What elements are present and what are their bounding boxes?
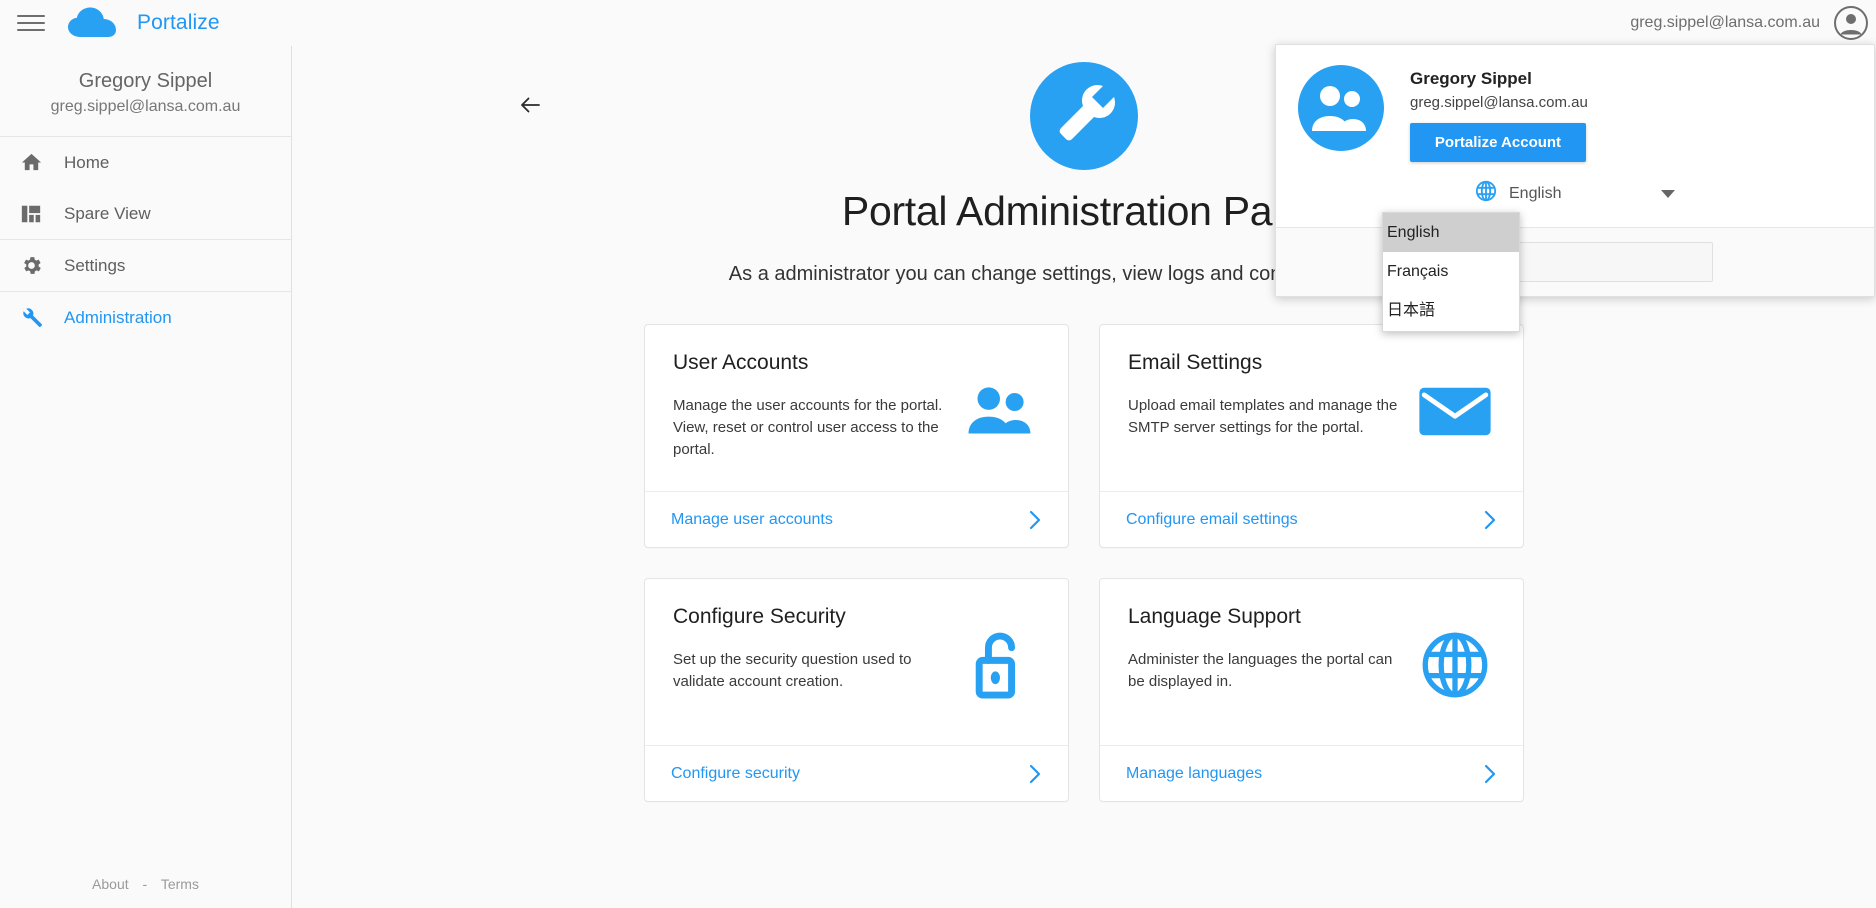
sidebar-nav: Home Spare View Settings Administration [0, 137, 291, 343]
sidebar-footer-links: About - Terms [0, 876, 291, 908]
user-menu-email: greg.sippel@lansa.com.au [1410, 94, 1588, 111]
card-body: Email Settings Upload email templates an… [1100, 325, 1523, 491]
card-description: Manage the user accounts for the portal.… [673, 397, 943, 458]
language-option-english[interactable]: English [1383, 213, 1519, 253]
card-footer-link-email-settings[interactable]: Configure email settings [1100, 491, 1523, 547]
card-configure-security: Configure Security Set up the security q… [644, 578, 1069, 802]
back-arrow-icon[interactable] [514, 88, 548, 122]
envelope-icon [1415, 351, 1495, 471]
about-link[interactable]: About [92, 876, 129, 892]
card-body: Language Support Administer the language… [1100, 579, 1523, 745]
topbar-right-group: greg.sippel@lansa.com.au [1630, 6, 1876, 40]
sidebar-profile: Gregory Sippel greg.sippel@lansa.com.au [0, 46, 291, 137]
portalize-account-button[interactable]: Portalize Account [1410, 123, 1586, 162]
user-menu-name: Gregory Sippel [1410, 69, 1532, 88]
card-text: Language Support Administer the language… [1128, 605, 1415, 725]
card-description: Administer the languages the portal can … [1128, 651, 1393, 690]
admin-cards-grid: User Accounts Manage the user accounts f… [644, 324, 1524, 802]
card-description: Set up the security question used to val… [673, 651, 912, 690]
card-title: Configure Security [673, 605, 846, 628]
card-text: User Accounts Manage the user accounts f… [673, 351, 960, 471]
sidebar-item-spare-view-label: Spare View [64, 203, 151, 223]
language-option-japanese[interactable]: 日本語 [1383, 291, 1519, 330]
terms-link[interactable]: Terms [161, 876, 199, 892]
open-lock-icon [960, 605, 1040, 725]
card-text: Email Settings Upload email templates an… [1128, 351, 1415, 471]
dashboard-icon [20, 203, 54, 225]
chevron-right-icon [1483, 509, 1497, 531]
card-text: Configure Security Set up the security q… [673, 605, 960, 725]
card-link-label: Manage languages [1126, 764, 1263, 782]
language-dropdown-list: English Français 日本語 [1382, 212, 1520, 332]
sidebar-item-home-label: Home [64, 152, 110, 172]
sidebar-item-settings[interactable]: Settings [0, 240, 291, 291]
sidebar: Gregory Sippel greg.sippel@lansa.com.au … [0, 46, 292, 908]
card-title: Email Settings [1128, 351, 1263, 374]
app-root: Portalize greg.sippel@lansa.com.au Grego… [0, 0, 1876, 908]
sidebar-item-administration[interactable]: Administration [0, 292, 291, 343]
globe-icon [1475, 180, 1497, 207]
chevron-down-icon[interactable] [1661, 189, 1675, 198]
account-circle-icon[interactable] [1834, 6, 1868, 40]
sidebar-item-administration-label: Administration [64, 307, 172, 327]
user-menu-info: Gregory Sippel greg.sippel@lansa.com.au … [1410, 65, 1588, 162]
card-description: Upload email templates and manage the SM… [1128, 397, 1398, 436]
user-account-menu: Gregory Sippel greg.sippel@lansa.com.au … [1275, 44, 1875, 297]
sidebar-profile-email: greg.sippel@lansa.com.au [50, 98, 241, 115]
chevron-right-icon [1483, 763, 1497, 785]
language-option-francais[interactable]: Français [1383, 252, 1519, 291]
card-email-settings: Email Settings Upload email templates an… [1099, 324, 1524, 548]
people-icon [960, 351, 1040, 471]
card-body: Configure Security Set up the security q… [645, 579, 1068, 745]
card-user-accounts: User Accounts Manage the user accounts f… [644, 324, 1069, 548]
sidebar-item-spare-view[interactable]: Spare View [0, 188, 291, 239]
card-footer-link-configure-security[interactable]: Configure security [645, 745, 1068, 801]
gear-icon [20, 254, 54, 277]
card-link-label: Manage user accounts [671, 510, 833, 528]
card-title: User Accounts [673, 351, 809, 374]
language-selector[interactable]: English [1276, 174, 1874, 227]
user-menu-footer [1276, 227, 1874, 296]
card-footer-link-user-accounts[interactable]: Manage user accounts [645, 491, 1068, 547]
home-icon [20, 151, 54, 174]
wrench-circle-icon [1030, 62, 1138, 170]
card-footer-link-language-support[interactable]: Manage languages [1100, 745, 1523, 801]
hamburger-menu-icon[interactable] [17, 13, 45, 33]
top-app-bar: Portalize greg.sippel@lansa.com.au [0, 0, 1876, 46]
topbar-user-email: greg.sippel@lansa.com.au [1630, 14, 1820, 31]
cloud-logo-icon [67, 6, 121, 40]
card-title: Language Support [1128, 605, 1301, 628]
chevron-right-icon [1028, 509, 1042, 531]
footer-separator: - [142, 876, 148, 892]
sidebar-profile-name: Gregory Sippel [78, 70, 213, 92]
card-language-support: Language Support Administer the language… [1099, 578, 1524, 802]
brand-name[interactable]: Portalize [137, 11, 220, 35]
sidebar-item-home[interactable]: Home [0, 137, 291, 188]
card-link-label: Configure security [671, 764, 800, 782]
chevron-right-icon [1028, 763, 1042, 785]
card-link-label: Configure email settings [1126, 510, 1298, 528]
sidebar-item-settings-label: Settings [64, 255, 126, 275]
user-menu-header: Gregory Sippel greg.sippel@lansa.com.au … [1276, 45, 1874, 174]
card-body: User Accounts Manage the user accounts f… [645, 325, 1068, 491]
people-avatar-icon [1298, 65, 1384, 151]
language-selected-label: English [1509, 184, 1562, 202]
wrench-icon [20, 306, 54, 329]
globe-icon [1415, 605, 1495, 725]
